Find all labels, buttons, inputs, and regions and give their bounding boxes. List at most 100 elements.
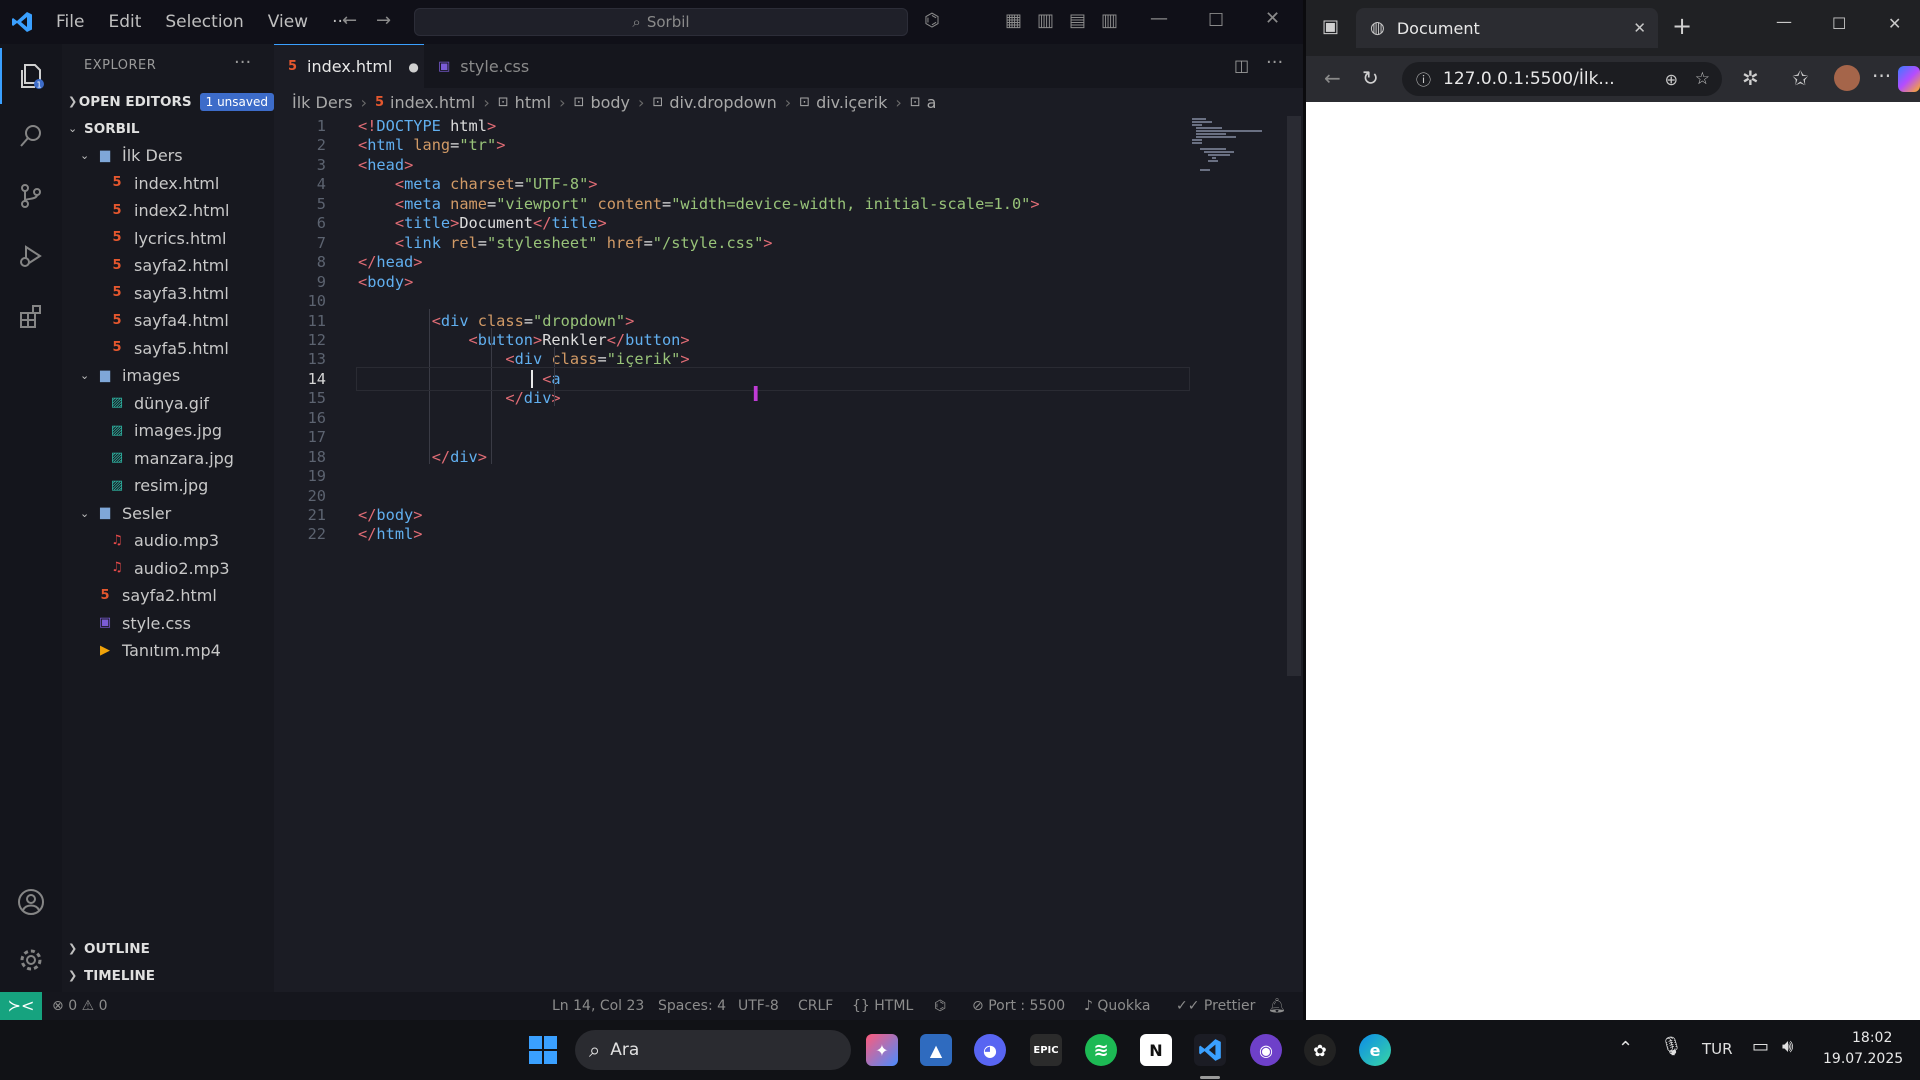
- address-bar[interactable]: ⓘ 127.0.0.1:5500/İlk... ⊕ ☆: [1402, 62, 1722, 96]
- close-tab-icon[interactable]: ✕: [1633, 19, 1646, 37]
- breadcrumb-item[interactable]: body: [590, 93, 630, 112]
- settings-more-icon[interactable]: ···: [1872, 64, 1891, 88]
- reload-icon[interactable]: ↻: [1362, 66, 1379, 90]
- copilot-status-icon[interactable]: ⌬: [934, 992, 946, 1020]
- file-item[interactable]: 5 lycrics.html: [62, 225, 274, 252]
- run-debug-icon[interactable]: [0, 228, 62, 284]
- problems-indicator[interactable]: ⊗ 0 ⚠ 0: [52, 992, 108, 1020]
- end-of-line[interactable]: CRLF: [798, 992, 833, 1020]
- search-icon[interactable]: [0, 108, 62, 164]
- copilot-icon[interactable]: [1898, 66, 1920, 92]
- minimize-icon[interactable]: —: [1150, 8, 1168, 29]
- file-item[interactable]: 5 sayfa2.html: [62, 582, 274, 609]
- tab-index-html[interactable]: 5 index.html ●: [274, 44, 424, 88]
- profile-avatar[interactable]: [1834, 65, 1860, 91]
- toggle-secondary-sidebar-icon[interactable]: ▥: [1101, 10, 1118, 31]
- quokka-status[interactable]: ♪ Quokka: [1084, 992, 1150, 1020]
- minimap[interactable]: [1190, 116, 1294, 176]
- file-item[interactable]: 5 index.html: [62, 170, 274, 197]
- photos-icon[interactable]: ▲: [920, 1034, 952, 1066]
- breadcrumb-item[interactable]: div.dropdown: [669, 93, 776, 112]
- editor-more-actions-icon[interactable]: ···: [1266, 52, 1283, 73]
- folder-item[interactable]: ⌄ ▆ Sesler: [62, 500, 274, 527]
- breadcrumb-item[interactable]: İlk Ders: [292, 93, 353, 112]
- indentation[interactable]: Spaces: 4: [658, 992, 726, 1020]
- toggle-sidebar-icon[interactable]: ▥: [1037, 10, 1054, 31]
- browser-page[interactable]: [1306, 102, 1920, 1020]
- edge-icon[interactable]: e: [1359, 1034, 1391, 1066]
- epic-games-icon[interactable]: EPIC: [1030, 1034, 1062, 1066]
- file-item[interactable]: ▶ Tanıtım.mp4: [62, 637, 274, 664]
- editor-scrollbar[interactable]: [1287, 116, 1301, 676]
- start-windows-icon[interactable]: [527, 1034, 559, 1066]
- breadcrumb-item[interactable]: a: [927, 93, 937, 112]
- browser-tab[interactable]: ◍ Document ✕: [1356, 8, 1658, 48]
- code-line[interactable]: </div>: [358, 445, 487, 469]
- menu-file[interactable]: File: [44, 12, 96, 32]
- open-editors-section[interactable]: ❯ OPEN EDITORS 1 unsaved: [62, 88, 274, 115]
- workspace-root[interactable]: ⌄ SORBIL: [62, 115, 274, 142]
- settings-gear-icon[interactable]: [0, 932, 62, 988]
- site-info-icon[interactable]: ⓘ: [1416, 69, 1431, 90]
- folder-item[interactable]: ⌄ ▆ images: [62, 362, 274, 389]
- pinned-app-icon[interactable]: ✦: [866, 1034, 898, 1066]
- taskbar-search[interactable]: ⌕ Ara: [575, 1030, 851, 1070]
- zoom-icon[interactable]: ⊕: [1665, 70, 1678, 89]
- tab-actions-icon[interactable]: ▣: [1322, 16, 1339, 37]
- explorer-icon[interactable]: 1: [0, 48, 62, 104]
- more-actions-icon[interactable]: ···: [234, 52, 251, 73]
- microphone-icon[interactable]: 🎙︎: [1660, 1036, 1683, 1057]
- prettier-status[interactable]: ✓✓ Prettier: [1176, 992, 1255, 1020]
- unsaved-dot-icon[interactable]: ●: [408, 60, 418, 74]
- input-language[interactable]: TUR: [1702, 1040, 1733, 1058]
- code-line[interactable]: </html>: [358, 522, 422, 546]
- command-center-search[interactable]: ⌕ Sorbil: [414, 8, 908, 36]
- file-item[interactable]: 5 index2.html: [62, 197, 274, 224]
- source-control-icon[interactable]: [0, 168, 62, 224]
- file-item[interactable]: 5 sayfa3.html: [62, 280, 274, 307]
- notifications-bell-icon[interactable]: 🔔︎: [1268, 992, 1286, 1020]
- extensions-icon[interactable]: ✲: [1742, 66, 1759, 90]
- split-editor-icon[interactable]: ◫: [1234, 56, 1249, 75]
- notion-icon[interactable]: N: [1140, 1034, 1172, 1066]
- back-icon[interactable]: ←: [1324, 66, 1341, 90]
- menu-selection[interactable]: Selection: [153, 12, 255, 32]
- menu-view[interactable]: View: [256, 12, 320, 32]
- code-line[interactable]: <body>: [358, 270, 413, 294]
- chatgpt-icon[interactable]: ✿: [1304, 1034, 1336, 1066]
- nav-back-icon[interactable]: ←: [342, 10, 357, 31]
- github-icon[interactable]: ◉: [1250, 1034, 1282, 1066]
- language-mode[interactable]: {} HTML: [852, 992, 913, 1020]
- nav-forward-icon[interactable]: →: [376, 10, 391, 31]
- file-item[interactable]: ▣ style.css: [62, 610, 274, 637]
- account-icon[interactable]: [0, 874, 62, 930]
- outline-section[interactable]: ❯ OUTLINE: [62, 935, 274, 962]
- tab-style-css[interactable]: ▣ style.css: [424, 44, 564, 88]
- minimize-icon[interactable]: —: [1776, 12, 1792, 31]
- file-item[interactable]: 5 sayfa2.html: [62, 252, 274, 279]
- file-item[interactable]: ▨ resim.jpg: [62, 472, 274, 499]
- spotify-icon[interactable]: ≋: [1085, 1034, 1117, 1066]
- extensions-icon[interactable]: [0, 288, 62, 344]
- clock-date[interactable]: 19.07.2025: [1823, 1051, 1903, 1067]
- file-item[interactable]: ▨ dünya.gif: [62, 390, 274, 417]
- breadcrumb-item[interactable]: html: [515, 93, 551, 112]
- file-item[interactable]: ▨ images.jpg: [62, 417, 274, 444]
- maximize-icon[interactable]: ☐: [1208, 10, 1224, 31]
- live-server-port[interactable]: ⊘ Port : 5500: [972, 992, 1065, 1020]
- clock-time[interactable]: 18:02: [1852, 1030, 1892, 1046]
- maximize-icon[interactable]: ☐: [1832, 14, 1846, 33]
- menu-edit[interactable]: Edit: [96, 12, 153, 32]
- toggle-panel-icon[interactable]: ▤: [1069, 10, 1086, 31]
- close-window-icon[interactable]: ✕: [1888, 14, 1901, 33]
- file-item[interactable]: 5 sayfa4.html: [62, 307, 274, 334]
- file-item[interactable]: ♫ audio.mp3: [62, 527, 274, 554]
- cursor-position[interactable]: Ln 14, Col 23: [552, 992, 644, 1020]
- vscode-taskbar-icon[interactable]: [1194, 1034, 1226, 1066]
- timeline-section[interactable]: ❯ TIMELINE: [62, 962, 274, 989]
- network-icon[interactable]: ▭: [1752, 1036, 1769, 1057]
- folder-item[interactable]: ⌄ ▆ İlk Ders: [62, 142, 274, 169]
- volume-icon[interactable]: 🔊︎: [1782, 1036, 1793, 1057]
- encoding[interactable]: UTF-8: [738, 992, 779, 1020]
- discord-icon[interactable]: ◕: [974, 1034, 1006, 1066]
